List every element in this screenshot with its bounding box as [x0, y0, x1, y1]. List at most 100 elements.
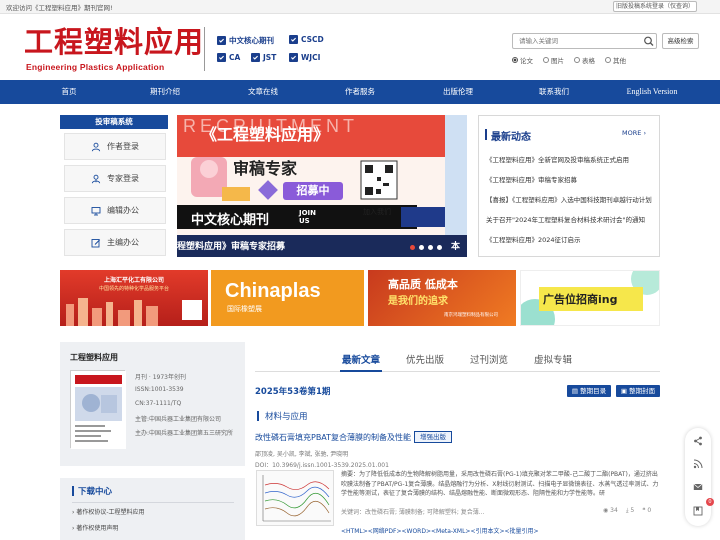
check-icon	[217, 36, 226, 45]
radio-paper[interactable]: 论文	[512, 55, 533, 65]
author-login-button[interactable]: 作者登录	[64, 133, 166, 160]
journal-cover-image[interactable]	[70, 370, 126, 449]
radio-table[interactable]: 表格	[574, 55, 595, 65]
carousel-dot-1[interactable]	[410, 245, 415, 250]
journal-logo-cn[interactable]: 工程塑料应用	[24, 25, 204, 59]
nav-ethics[interactable]: 出版伦理	[433, 80, 483, 104]
banner-join-cn: 加入我们	[363, 208, 391, 216]
journal-info-title: 工程塑料应用	[70, 353, 118, 362]
banner-journal: 《工程塑料应用》	[201, 125, 330, 144]
journal-info-line: 月刊 · 1973年创刊	[135, 374, 186, 381]
downloads-stat: ⤓ 5	[626, 507, 634, 515]
article-format-links[interactable]: <HTML><网络PDF><WORD><Meta-XML><引用本文><批量引用…	[341, 526, 539, 535]
quote-icon: ❝	[642, 507, 646, 514]
nav-english[interactable]: English Version	[616, 80, 688, 104]
title-bar	[485, 129, 487, 140]
journal-info-line: 主办:中国兵器工业集团第五三研究所	[135, 430, 234, 437]
article-keywords: 关键词：改性磷石膏; 薄膜制备; 可降解塑料; 复合薄...	[341, 509, 485, 516]
download-item-label: 著作权协议-工程塑料应用	[76, 509, 145, 516]
ad-huiping[interactable]: 上海汇平化工有限公司 中国领先的特种化学品服务平台	[60, 270, 208, 326]
news-panel: 最新动态 MORE › 《工程塑料应用》全新官网及投审稿系统正式启用 《工程塑料…	[478, 115, 660, 257]
radio-dot-icon	[574, 57, 580, 63]
banner-carousel[interactable]: RECRUITMENT 《工程塑料应用》 审稿专家 招募中 中文核心期刊 JOI…	[177, 115, 467, 257]
button-label: 整期目录	[580, 387, 607, 395]
article-figure-thumbnail[interactable]	[256, 470, 334, 526]
news-more-link[interactable]: MORE ›	[622, 129, 646, 137]
nav-home[interactable]: 首页	[44, 80, 94, 104]
carousel-dot-2[interactable]	[419, 245, 424, 250]
download-icon: ⤓	[625, 507, 629, 514]
chief-editor-button[interactable]: 主编办公	[64, 229, 166, 256]
tab-latest[interactable]: 最新文章	[342, 352, 380, 366]
ad-subtitle: 中国领先的特种化学品服务平台	[98, 286, 169, 292]
nav-articles[interactable]: 文章在线	[238, 80, 288, 104]
button-label: 作者登录	[107, 142, 139, 151]
old-system-link[interactable]: 旧版投稿系统登录（仅查询）	[613, 1, 697, 12]
expert-login-button[interactable]: 专家登录	[64, 165, 166, 192]
check-icon	[217, 53, 226, 62]
share-icon[interactable]	[693, 436, 703, 446]
floating-toolbar	[685, 428, 711, 526]
radio-label: 其他	[613, 57, 626, 65]
journal-info-card: 工程塑料应用 月刊 · 1973年创刊 ISSN:1001-3539 CN:37…	[60, 342, 245, 466]
article-doi[interactable]: DOI：10.3969/j.issn.1001-3539.2025.01.001	[255, 460, 389, 469]
news-item[interactable]: 【喜报】《工程塑料应用》入选中国科技期刊卓越行动计划	[486, 194, 652, 204]
search-icon[interactable]	[642, 35, 656, 47]
ad-title: 上海汇平化工有限公司	[103, 277, 164, 284]
mail-icon[interactable]	[693, 482, 703, 492]
banner-headline: 审稿专家	[233, 159, 298, 178]
section-title: 材料与应用	[265, 412, 308, 422]
search-input[interactable]	[513, 34, 641, 48]
active-tab-indicator	[340, 370, 382, 372]
expert-icon	[91, 174, 101, 183]
issue-toc-button[interactable]: ▤ 整期目录	[567, 385, 611, 397]
downloads-count: 5	[630, 507, 635, 514]
ad-chinaplas[interactable]: Chinaplas 国际橡塑展	[211, 270, 364, 326]
tab-archive[interactable]: 过刊浏览	[470, 352, 508, 366]
bookmark-icon[interactable]	[693, 506, 703, 516]
enhanced-publication-tag[interactable]: 增强出版	[414, 431, 452, 443]
news-item[interactable]: 关于召开"2024年工程塑料复合材料技术研讨会"的通知	[486, 214, 652, 224]
nav-contact[interactable]: 联系我们	[529, 80, 579, 104]
ad-placement[interactable]: 广告位招商ing	[520, 270, 660, 326]
city-skyline-image	[66, 298, 202, 326]
monitor-icon	[91, 206, 101, 215]
carousel-dot-4[interactable]	[437, 245, 442, 250]
radio-image[interactable]: 图片	[543, 55, 564, 65]
download-center: 下载中心 › 著作权协议-工程塑料应用 › 著作权使用声明	[60, 478, 245, 540]
advanced-search-button[interactable]: 高级检索	[662, 33, 699, 49]
cites-stat: ❝ 0	[642, 507, 651, 515]
search-type-radios: 论文 图片 表格 其他	[512, 55, 626, 65]
radio-dot-icon	[512, 57, 518, 63]
news-item[interactable]: 《工程塑料应用》全新官网及投审稿系统正式启用	[486, 154, 652, 164]
tab-virtual[interactable]: 虚拟专辑	[534, 352, 572, 366]
journal-info-line: 主管:中国兵器工业集团有限公司	[135, 416, 222, 423]
ad-title-1: 高品质 低成本	[388, 278, 458, 291]
chevron-right-icon: ›	[643, 129, 647, 137]
carousel-dot-3[interactable]	[428, 245, 433, 250]
article-title[interactable]: 改性磷石膏填充PBAT复合薄膜的制备及性能	[255, 432, 411, 443]
badge-label: 中文核心期刊	[229, 36, 274, 45]
download-title: 下载中心	[78, 487, 113, 497]
tab-priority[interactable]: 优先出版	[406, 352, 444, 366]
journal-info-line: ISSN:1001-3539	[135, 386, 184, 393]
badge-ca: CA	[217, 53, 240, 62]
rss-icon[interactable]	[693, 459, 703, 469]
download-item[interactable]: › 著作权使用声明	[72, 523, 118, 532]
news-title: 最新动态	[491, 132, 531, 143]
news-item[interactable]: 《工程塑料应用》2024征订启示	[486, 234, 652, 244]
article-tabs: 最新文章 优先出版 过刊浏览 虚拟专辑	[340, 352, 660, 370]
news-item[interactable]: 《工程塑料应用》审稿专家招募	[486, 174, 652, 184]
header-divider	[204, 27, 205, 71]
badge-core: 中文核心期刊	[217, 35, 274, 46]
radio-other[interactable]: 其他	[605, 55, 626, 65]
nav-author-services[interactable]: 作者服务	[335, 80, 385, 104]
nav-journal-intro[interactable]: 期刊介绍	[140, 80, 190, 104]
badge-label: CA	[229, 53, 241, 62]
issue-cover-button[interactable]: ▣ 整期封面	[616, 385, 660, 397]
issue-label: 2025年53卷第1期	[255, 387, 331, 397]
badge-label: CSCD	[301, 35, 324, 44]
download-item[interactable]: › 著作权协议-工程塑料应用	[72, 507, 145, 516]
ad-nanjing[interactable]: 高品质 低成本 是我们的追求 南京鸿瑞塑料制品有限公司	[368, 270, 516, 326]
editor-office-button[interactable]: 编辑办公	[64, 197, 166, 224]
